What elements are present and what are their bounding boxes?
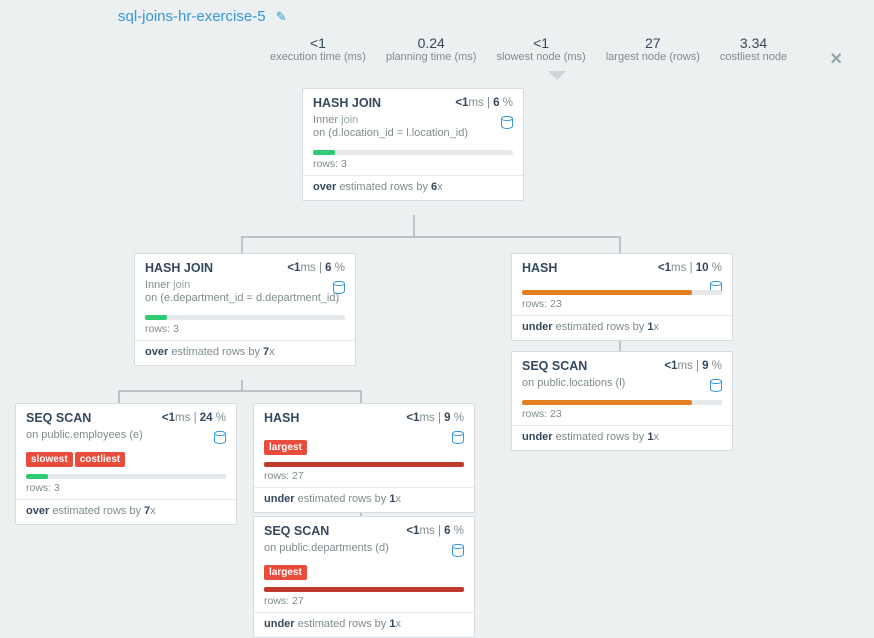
node-meta: <1ms | 9 % (664, 360, 722, 372)
connector (360, 390, 362, 404)
node-name: HASH JOIN (145, 261, 213, 275)
connector (118, 390, 120, 404)
title-text: sql-joins-hr-exercise-5 (118, 8, 266, 25)
node-name: SEQ SCAN (264, 524, 329, 538)
plan-node-seqscan-departments[interactable]: SEQ SCAN <1ms | 6 % on public.departments… (253, 516, 475, 638)
node-tags: slowestcostliest (16, 447, 236, 469)
node-body: on public.employees (e) (16, 429, 236, 447)
node-meta: <1ms | 6 % (287, 262, 345, 274)
plan-node-hash-join-2[interactable]: HASH JOIN <1ms | 6 % Inner joinon (e.depa… (134, 253, 356, 366)
database-icon[interactable] (452, 544, 464, 557)
connector (118, 390, 362, 392)
node-body: Inner joinon (e.department_id = d.depart… (135, 279, 355, 310)
node-tags: largest (254, 560, 474, 582)
connector (413, 215, 415, 238)
node-meta: <1ms | 6 % (406, 525, 464, 537)
pencil-icon[interactable]: ✎ (276, 9, 287, 25)
stat-planning-time: 0.24planning time (ms) (376, 35, 486, 63)
node-body: on public.departments (d) (254, 542, 474, 560)
database-icon[interactable] (501, 116, 513, 129)
stat-largest-node: 27largest node (rows) (596, 35, 710, 63)
page-title[interactable]: sql-joins-hr-exercise-5 ✎ (0, 0, 874, 33)
tag-costliest: costliest (75, 452, 126, 467)
node-name: HASH (522, 261, 557, 275)
database-icon[interactable] (333, 281, 345, 294)
node-meta: <1ms | 24 % (162, 412, 226, 424)
database-icon[interactable] (710, 379, 722, 392)
node-name: SEQ SCAN (522, 359, 587, 373)
database-icon[interactable] (214, 431, 226, 444)
node-body: Inner joinon (d.location_id = l.location… (303, 114, 523, 145)
node-meta: <1ms | 6 % (455, 97, 513, 109)
arrow-down-icon (548, 71, 566, 80)
node-tags: largest (254, 435, 474, 457)
node-name: HASH (264, 411, 299, 425)
connector (241, 236, 621, 238)
plan-node-hash-join-root[interactable]: HASH JOIN <1ms | 6 % Inner joinon (d.loca… (302, 88, 524, 201)
connector (241, 236, 243, 254)
stats-bar: <1execution time (ms) 0.24planning time … (260, 35, 797, 63)
close-icon[interactable]: × (830, 48, 842, 71)
node-meta: <1ms | 10 % (658, 262, 722, 274)
node-name: HASH JOIN (313, 96, 381, 110)
node-meta: <1ms | 9 % (406, 412, 464, 424)
stat-slowest-node: <1slowest node (ms) (486, 35, 595, 63)
connector (619, 236, 621, 254)
node-name: SEQ SCAN (26, 411, 91, 425)
plan-node-hash-6[interactable]: HASH<1ms | 9 % largest rows: 27 under es… (253, 403, 475, 513)
plan-node-seqscan-employees[interactable]: SEQ SCAN <1ms | 24 % on public.employees … (15, 403, 237, 525)
tag-largest: largest (264, 440, 307, 455)
node-body: on public.locations (l) (512, 377, 732, 395)
stat-costliest-node: 3.34costliest node (710, 35, 797, 63)
database-icon[interactable] (452, 431, 464, 444)
plan-node-hash-3[interactable]: HASH<1ms | 10 % rows: 23 under estimated… (511, 253, 733, 341)
tag-largest: largest (264, 565, 307, 580)
tag-slowest: slowest (26, 452, 73, 467)
plan-node-seqscan-locations[interactable]: SEQ SCAN <1ms | 9 % on public.locations (… (511, 351, 733, 451)
stat-execution-time: <1execution time (ms) (260, 35, 376, 63)
